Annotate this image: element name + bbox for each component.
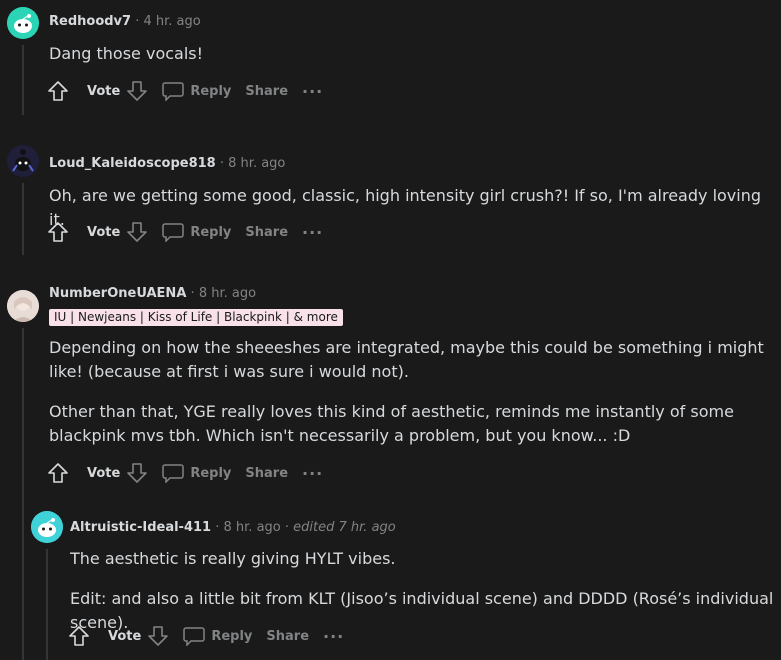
comment-bubble-icon bbox=[183, 627, 206, 646]
snoo-avatar-icon bbox=[31, 511, 63, 543]
comment-meta: Loud_Kaleidoscope818 · 8 hr. ago bbox=[49, 156, 286, 171]
timestamp[interactable]: 4 hr. ago bbox=[144, 14, 201, 29]
downvote-button[interactable] bbox=[147, 625, 169, 647]
vote-count: Vote bbox=[87, 83, 121, 99]
author-name[interactable]: Loud_Kaleidoscope818 bbox=[49, 156, 216, 171]
reply-button[interactable]: Reply bbox=[183, 626, 252, 646]
comment-bubble-icon bbox=[162, 82, 185, 101]
comment-body: Dang those vocals! bbox=[49, 42, 769, 66]
upvote-button[interactable] bbox=[47, 221, 69, 243]
share-button[interactable]: Share bbox=[245, 466, 288, 481]
comment-bubble-icon bbox=[162, 223, 185, 242]
comment-body: Depending on how the sheeeshes are integ… bbox=[49, 336, 764, 448]
downvote-button[interactable] bbox=[126, 80, 148, 102]
share-button[interactable]: Share bbox=[245, 225, 288, 240]
arrow-up-icon bbox=[48, 463, 68, 483]
comment-paragraph: The aesthetic is really giving HYLT vibe… bbox=[70, 549, 396, 568]
user-photo-icon bbox=[7, 290, 39, 322]
upvote-button[interactable] bbox=[47, 80, 69, 102]
more-options-button[interactable]: ··· bbox=[302, 82, 323, 101]
thread-line[interactable] bbox=[22, 183, 24, 255]
nested-comment: Altruistic-Ideal-411 · 8 hr. ago · edite… bbox=[0, 505, 781, 660]
more-options-button[interactable]: ··· bbox=[323, 627, 344, 646]
user-flair: IU | Newjeans | Kiss of Life | Blackpink… bbox=[49, 309, 343, 326]
arrow-up-icon bbox=[48, 222, 68, 242]
edited-label: edited 7 hr. ago bbox=[293, 520, 396, 535]
snoo-avatar-icon bbox=[7, 145, 39, 177]
avatar[interactable] bbox=[7, 290, 39, 322]
comment: Redhoodv7 · 4 hr. ago Dang those vocals!… bbox=[0, 0, 781, 120]
thread-line[interactable] bbox=[22, 45, 24, 115]
comment-meta: NumberOneUAENA · 8 hr. ago bbox=[49, 286, 257, 301]
arrow-up-icon bbox=[48, 81, 68, 101]
author-name[interactable]: NumberOneUAENA bbox=[49, 286, 186, 301]
vote-count: Vote bbox=[87, 224, 121, 240]
arrow-down-icon bbox=[148, 626, 169, 646]
timestamp[interactable]: 8 hr. ago bbox=[199, 286, 256, 301]
vote-count: Vote bbox=[108, 628, 142, 644]
avatar[interactable] bbox=[7, 145, 39, 177]
comment: NumberOneUAENA · 8 hr. ago IU | Newjeans… bbox=[0, 270, 781, 660]
reply-button[interactable]: Reply bbox=[162, 463, 231, 483]
thread-line[interactable] bbox=[46, 549, 48, 660]
timestamp[interactable]: 8 hr. ago bbox=[228, 156, 285, 171]
downvote-button[interactable] bbox=[126, 462, 148, 484]
comment-actions: Vote Reply Share ··· bbox=[68, 622, 358, 650]
upvote-button[interactable] bbox=[68, 625, 90, 647]
comment-meta: Altruistic-Ideal-411 · 8 hr. ago · edite… bbox=[70, 520, 396, 535]
arrow-up-icon bbox=[69, 626, 89, 646]
share-button[interactable]: Share bbox=[245, 84, 288, 99]
arrow-down-icon bbox=[127, 463, 148, 483]
timestamp[interactable]: 8 hr. ago bbox=[224, 520, 281, 535]
upvote-button[interactable] bbox=[47, 462, 69, 484]
downvote-button[interactable] bbox=[126, 221, 148, 243]
reply-button[interactable]: Reply bbox=[162, 222, 231, 242]
avatar[interactable] bbox=[7, 7, 39, 39]
vote-count: Vote bbox=[87, 465, 121, 481]
comment: Loud_Kaleidoscope818 · 8 hr. ago Oh, are… bbox=[0, 135, 781, 255]
more-options-button[interactable]: ··· bbox=[302, 223, 323, 242]
comment-meta: Redhoodv7 · 4 hr. ago bbox=[49, 14, 201, 29]
author-name[interactable]: Altruistic-Ideal-411 bbox=[70, 520, 211, 535]
comment-paragraph: Dang those vocals! bbox=[49, 44, 204, 63]
reply-button[interactable]: Reply bbox=[162, 81, 231, 101]
avatar[interactable] bbox=[31, 511, 63, 543]
snoo-avatar-icon bbox=[7, 7, 39, 39]
comment-paragraph: Depending on how the sheeeshes are integ… bbox=[49, 338, 764, 381]
comment-paragraph: Other than that, YGE really loves this k… bbox=[49, 402, 734, 445]
share-button[interactable]: Share bbox=[266, 629, 309, 644]
more-options-button[interactable]: ··· bbox=[302, 464, 323, 483]
arrow-down-icon bbox=[127, 81, 148, 101]
arrow-down-icon bbox=[127, 222, 148, 242]
comment-actions: Vote Reply Share ··· bbox=[47, 218, 337, 246]
author-name[interactable]: Redhoodv7 bbox=[49, 14, 131, 29]
comment-actions: Vote Reply Share ··· bbox=[47, 77, 337, 105]
comment-actions: Vote Reply Share ··· bbox=[47, 459, 337, 487]
comment-bubble-icon bbox=[162, 464, 185, 483]
